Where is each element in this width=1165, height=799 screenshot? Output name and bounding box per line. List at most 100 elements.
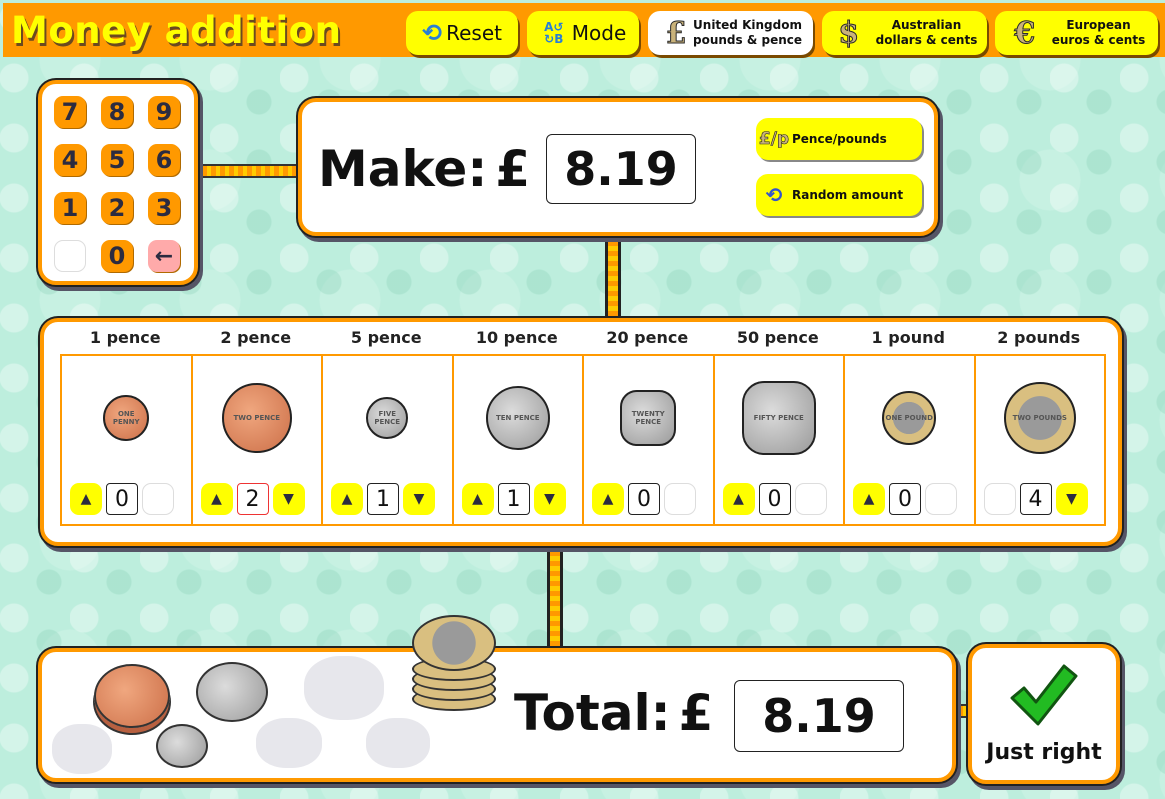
coin-count: 2	[236, 483, 269, 515]
coin-image[interactable]: ONE PENNY	[103, 395, 150, 441]
coin-quantity-stepper: ▲0▼	[70, 482, 180, 516]
make-label: Make: £	[318, 140, 530, 198]
decrement-button: ▼	[664, 483, 696, 515]
keypad-key-5[interactable]: 5	[101, 144, 133, 176]
reset-label: Reset	[446, 21, 502, 45]
reset-button[interactable]: ⟲ Reset	[406, 11, 518, 55]
coin-header: 1 pound	[871, 328, 945, 347]
coin-quantity-stepper: ▲ 2 ▼	[200, 482, 311, 516]
keypad-key-0[interactable]: 0	[101, 240, 133, 272]
decrement-button[interactable]: ▼	[533, 483, 566, 515]
decrement-button[interactable]: ▼	[272, 483, 305, 515]
make-panel: Make: £ 8.19 £/p Pence/pounds ⟲ Random am…	[298, 98, 938, 236]
decrement-button[interactable]: ▼	[1055, 483, 1088, 515]
make-label-text: Make:	[318, 140, 488, 198]
coin-count: 0	[628, 483, 660, 515]
make-amount-field[interactable]: 8.19	[546, 134, 696, 204]
total-label-text: Total:	[514, 684, 671, 742]
currency-eur-line2: euros & cents	[1051, 33, 1146, 47]
tray-coin-2p-stack[interactable]	[94, 664, 170, 728]
currency-aus-label: Australian dollars & cents	[876, 18, 978, 48]
increment-button[interactable]: ▲	[722, 483, 755, 515]
keypad-key-3[interactable]: 3	[148, 192, 180, 224]
currency-uk-line1: United Kingdom	[693, 18, 802, 32]
tray-coin-10p[interactable]	[196, 662, 268, 722]
currency-eur-button[interactable]: € European euros & cents	[995, 11, 1158, 55]
increment-button[interactable]: ▲	[592, 483, 624, 515]
coin-column: FIFTY PENCE ▲0▼	[715, 356, 845, 524]
increment-button: ▲	[983, 483, 1016, 515]
coin-image[interactable]: FIVE PENCE	[366, 397, 409, 439]
keypad-grid: 7 8 9 4 5 6 1 2 3 0 ←	[54, 96, 180, 272]
coin-quantity-stepper: ▲ 1 ▼	[331, 482, 441, 516]
increment-button[interactable]: ▲	[200, 483, 233, 515]
coin-grid: ONE PENNY▲0▼TWO PENCE▲2▼FIVE PENCE▲1▼TEN…	[60, 354, 1106, 526]
coin-image[interactable]: TWO POUNDS	[1003, 382, 1076, 454]
coin-image[interactable]: TWENTY PENCE	[620, 390, 677, 446]
currency-aus-line1: Australian	[891, 18, 962, 32]
random-dice-icon: ⟲	[765, 183, 783, 207]
top-bar: Money addition ⟲ Reset A↺ ↻B Mode £ Unite…	[3, 3, 1165, 57]
mode-button[interactable]: A↺ ↻B Mode	[527, 11, 639, 55]
dollar-icon: $	[838, 15, 860, 51]
coin-image[interactable]: TWO PENCE	[221, 383, 292, 453]
coin-column: TWO POUNDS ▲4▼	[976, 356, 1105, 524]
pence-pounds-icon: £/p	[758, 129, 790, 150]
coin-column: ONE POUND ▲0▼	[845, 356, 976, 524]
keypad-key-7[interactable]: 7	[54, 96, 86, 128]
coin-quantity-stepper: ▲0▼	[853, 482, 963, 516]
currency-uk-line2: pounds & pence	[693, 33, 802, 47]
coin-column: TWENTY PENCE ▲0▼	[584, 356, 715, 524]
currency-aus-line2: dollars & cents	[875, 33, 978, 47]
pence-pounds-label: Pence/pounds	[792, 132, 887, 146]
euro-icon: €	[1014, 15, 1036, 51]
keypad-key-blank	[54, 240, 86, 272]
checkmark-icon	[1010, 664, 1078, 726]
keypad-key-1[interactable]: 1	[54, 192, 86, 224]
increment-button[interactable]: ▲	[70, 483, 102, 515]
coin-header: 1 pence	[89, 328, 161, 347]
coin-quantity-stepper: ▲0▼	[592, 482, 702, 516]
coin-image[interactable]: FIFTY PENCE	[741, 381, 816, 455]
tray-coin-2pound-stack[interactable]	[412, 615, 498, 715]
keypad-key-4[interactable]: 4	[54, 144, 86, 176]
coin-column: FIVE PENCE ▲ 1 ▼	[323, 356, 454, 524]
increment-button[interactable]: ▲	[461, 483, 494, 515]
currency-aus-button[interactable]: $ Australian dollars & cents	[822, 11, 987, 55]
connector-coins-total	[547, 546, 563, 650]
pound-icon: £	[665, 15, 687, 51]
coin-slot-placeholder	[256, 718, 322, 768]
tray-coin-5p[interactable]	[156, 724, 208, 768]
decrement-button: ▼	[794, 483, 827, 515]
coin-count: 0	[889, 483, 921, 515]
random-amount-button[interactable]: ⟲ Random amount	[756, 174, 922, 216]
total-label: Total: £	[514, 684, 713, 742]
keypad-key-2[interactable]: 2	[101, 192, 133, 224]
keypad-key-8[interactable]: 8	[101, 96, 133, 128]
coin-slot-placeholder	[366, 718, 430, 768]
keypad-panel: 7 8 9 4 5 6 1 2 3 0 ←	[38, 80, 198, 285]
currency-uk-button[interactable]: £ United Kingdom pounds & pence	[648, 11, 813, 55]
mode-swap-icon: A↺ ↻B	[544, 20, 564, 46]
coin-image[interactable]: TEN PENCE	[485, 386, 550, 450]
coin-image[interactable]: ONE POUND	[882, 391, 937, 445]
stack-top-coin	[412, 615, 496, 671]
currency-eur-line1: European	[1066, 18, 1131, 32]
coin-header: 5 pence	[350, 328, 422, 347]
pence-pounds-button[interactable]: £/p Pence/pounds	[756, 118, 922, 160]
increment-button[interactable]: ▲	[853, 483, 885, 515]
make-currency-symbol: £	[495, 140, 531, 198]
coin-count: 1	[367, 483, 399, 515]
keypad-key-9[interactable]: 9	[148, 96, 180, 128]
connector-make-coins	[605, 236, 621, 320]
coin-headers: 1 pence 2 pence 5 pence 10 pence 20 pence 50 …	[60, 328, 1104, 347]
increment-button[interactable]: ▲	[331, 483, 363, 515]
coin-count: 4	[1019, 483, 1052, 515]
keypad-backspace-key[interactable]: ←	[148, 240, 180, 272]
result-panel: Just right	[968, 644, 1120, 784]
decrement-button[interactable]: ▼	[403, 483, 435, 515]
coin-header: 2 pounds	[997, 328, 1081, 347]
currency-uk-label: United Kingdom pounds & pence	[693, 18, 802, 48]
coins-panel: 1 pence 2 pence 5 pence 10 pence 20 pence 50 …	[40, 318, 1122, 546]
keypad-key-6[interactable]: 6	[148, 144, 180, 176]
